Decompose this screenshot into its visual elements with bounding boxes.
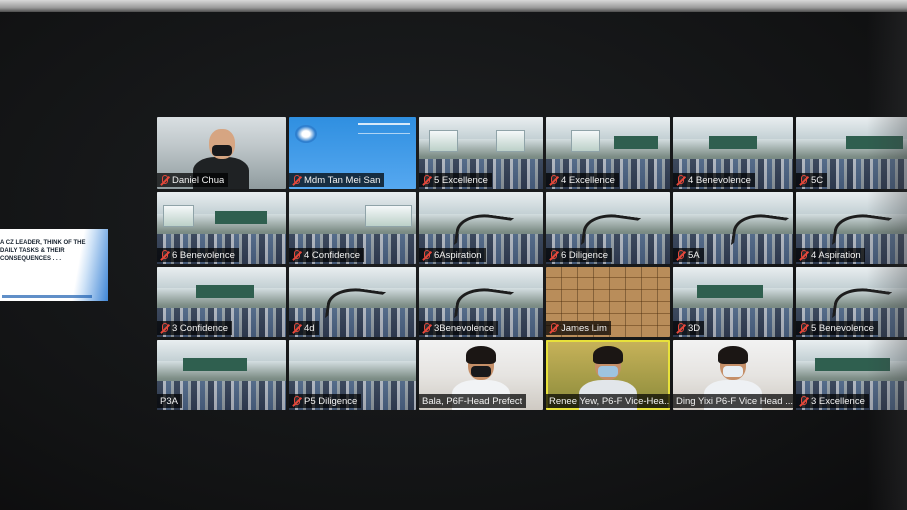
participant-name-tag: 3Benevolence bbox=[419, 321, 499, 335]
video-tile-active-speaker[interactable]: Renee Yew, P6-F Vice-Hea... bbox=[546, 340, 670, 410]
participant-name-tag: Daniel Chua bbox=[157, 173, 229, 187]
mic-muted-icon bbox=[549, 174, 558, 186]
visualizer-arm bbox=[730, 210, 790, 252]
mic-muted-icon bbox=[422, 249, 431, 261]
school-logo-icon bbox=[295, 125, 317, 143]
participant-name-tag: 6Aspiration bbox=[419, 248, 486, 262]
video-tile[interactable]: P3A bbox=[157, 340, 286, 410]
participant-name-tag: 4d bbox=[289, 321, 319, 335]
participant-name-tag: 5 Benevolence bbox=[796, 321, 878, 335]
video-tile[interactable]: 4 Benevolence bbox=[673, 117, 793, 189]
participant-name-tag: Bala, P6F-Head Prefect bbox=[419, 394, 527, 408]
participant-name-tag: P5 Diligence bbox=[289, 394, 362, 408]
video-tile[interactable]: 3 Confidence bbox=[157, 267, 286, 337]
participant-name-tag: Renee Yew, P6-F Vice-Hea... bbox=[546, 394, 670, 408]
mic-muted-icon bbox=[292, 395, 301, 407]
mic-muted-icon bbox=[422, 174, 431, 186]
mic-muted-icon bbox=[799, 395, 808, 407]
participant-name-tag: Ding Yixi P6-F Vice Head ... bbox=[673, 394, 793, 408]
mic-muted-icon bbox=[292, 322, 301, 334]
participant-name-tag: 5A bbox=[673, 248, 704, 262]
participant-name-tag: 4 Benevolence bbox=[673, 173, 755, 187]
participant-name-tag: 3 Excellence bbox=[796, 394, 869, 408]
video-tile[interactable]: 5 Excellence bbox=[419, 117, 543, 189]
mic-muted-icon bbox=[160, 249, 169, 261]
visualizer-arm bbox=[581, 209, 641, 253]
video-tile[interactable]: 4d bbox=[289, 267, 416, 337]
mic-muted-icon bbox=[160, 174, 169, 186]
video-tile[interactable]: Ding Yixi P6-F Vice Head ... bbox=[673, 340, 793, 410]
gallery-view: Daniel Chua Mdm Tan Mei San 5 Excellence… bbox=[157, 117, 907, 413]
shared-screen-thumbnail[interactable]: A CZ LEADER, THINK OF THE DAILY TASKS & … bbox=[0, 229, 108, 301]
participant-name-tag: 5 Excellence bbox=[419, 173, 492, 187]
video-tile[interactable]: 6Aspiration bbox=[419, 192, 543, 264]
video-tile[interactable]: 6 Benevolence bbox=[157, 192, 286, 264]
video-tile[interactable]: 4 Excellence bbox=[546, 117, 670, 189]
mic-muted-icon bbox=[799, 249, 808, 261]
mic-muted-icon bbox=[676, 249, 685, 261]
mic-muted-icon bbox=[292, 249, 301, 261]
mic-muted-icon bbox=[799, 174, 808, 186]
shared-screen-footer bbox=[2, 295, 92, 298]
participant-name-tag: 4 Confidence bbox=[289, 248, 364, 262]
video-tile[interactable]: P5 Diligence bbox=[289, 340, 416, 410]
video-tile[interactable]: 3D bbox=[673, 267, 793, 337]
video-tile[interactable]: Bala, P6F-Head Prefect bbox=[419, 340, 543, 410]
mic-muted-icon bbox=[422, 322, 431, 334]
participant-name-tag: Mdm Tan Mei San bbox=[289, 173, 385, 187]
shared-screen-text: A CZ LEADER, THINK OF THE DAILY TASKS & … bbox=[0, 240, 86, 262]
video-tile[interactable]: 6 Diligence bbox=[546, 192, 670, 264]
participant-name-tag: James Lim bbox=[546, 321, 611, 335]
mic-muted-icon bbox=[799, 322, 808, 334]
video-tile[interactable]: 4 Confidence bbox=[289, 192, 416, 264]
participant-name-tag: 4 Excellence bbox=[546, 173, 619, 187]
participant-name-tag: 6 Benevolence bbox=[157, 248, 239, 262]
mic-muted-icon bbox=[549, 249, 558, 261]
participant-name-tag: 3 Confidence bbox=[157, 321, 232, 335]
participant-name-tag: 6 Diligence bbox=[546, 248, 612, 262]
video-tile[interactable]: 5A bbox=[673, 192, 793, 264]
mic-muted-icon bbox=[549, 322, 558, 334]
participant-name-tag: 5C bbox=[796, 173, 828, 187]
visualizer-arm bbox=[454, 209, 514, 253]
video-tile[interactable]: Daniel Chua bbox=[157, 117, 286, 189]
mic-muted-icon bbox=[676, 322, 685, 334]
participant-name-tag: 3D bbox=[673, 321, 705, 335]
video-tile[interactable]: 3Benevolence bbox=[419, 267, 543, 337]
mic-muted-icon bbox=[676, 174, 685, 186]
mic-muted-icon bbox=[160, 322, 169, 334]
participant-name-tag: 4 Aspiration bbox=[796, 248, 865, 262]
video-tile[interactable]: Mdm Tan Mei San bbox=[289, 117, 416, 189]
video-tile[interactable]: James Lim bbox=[546, 267, 670, 337]
participant-name-tag: P3A bbox=[157, 394, 182, 408]
screen-reflection bbox=[867, 12, 907, 510]
mic-muted-icon bbox=[292, 174, 301, 186]
